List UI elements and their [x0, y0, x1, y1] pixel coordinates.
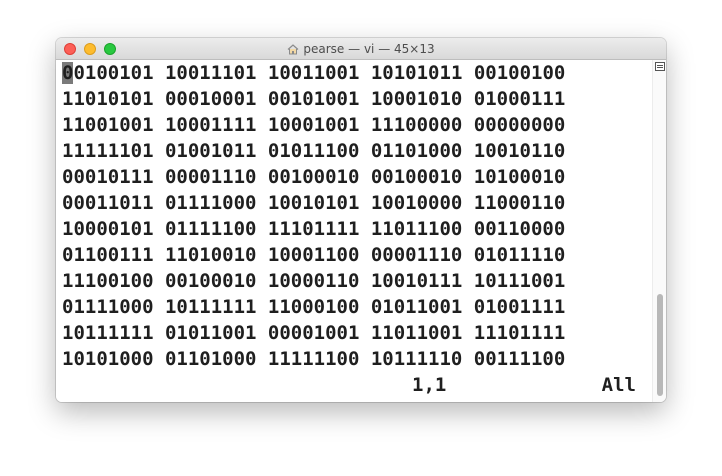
- text-line-10: 01111000 10111111 11000100 01011001 0100…: [62, 296, 566, 318]
- title-bar[interactable]: pearse — vi — 45×13: [56, 38, 666, 60]
- text-cursor: 0: [62, 62, 74, 84]
- home-icon: [287, 40, 299, 62]
- vi-status-line: 1,1 All: [62, 372, 642, 398]
- terminal-window: pearse — vi — 45×13 00100101 10011101 10…: [56, 38, 666, 402]
- window-title-area: pearse — vi — 45×13: [56, 38, 666, 60]
- text-line-5: 00010111 00001110 00100010 00100010 1010…: [62, 166, 566, 188]
- text-line-9: 11100100 00100010 10000110 10010111 1011…: [62, 270, 566, 292]
- text-line-12: 10101000 01101000 11111100 10111110 0011…: [62, 348, 566, 370]
- cursor-position: 1,1: [412, 374, 447, 396]
- text-line-6: 00011011 01111000 10010101 10010000 1100…: [62, 192, 566, 214]
- text-line-11: 10111111 01011001 00001001 11011001 1110…: [62, 322, 566, 344]
- scrollbar-toggle-icon[interactable]: [655, 62, 665, 71]
- scroll-indicator: All: [601, 374, 636, 396]
- text-line-4: 11111101 01001011 01011100 01101000 1001…: [62, 140, 566, 162]
- scrollbar-thumb[interactable]: [657, 294, 663, 396]
- vi-editor[interactable]: 00100101 10011101 10011001 10101011 0010…: [56, 60, 652, 402]
- text-line-3: 11001001 10001111 10001001 11100000 0000…: [62, 114, 566, 136]
- vertical-scrollbar[interactable]: [652, 60, 666, 402]
- text-line-1: 00100101 10011101 10011001 10101011 0010…: [62, 60, 565, 86]
- text-line-8: 01100111 11010010 10001100 00001110 0101…: [62, 244, 566, 266]
- window-title: pearse — vi — 45×13: [303, 42, 435, 56]
- text-line-1-rest: 0100101 10011101 10011001 10101011 00100…: [73, 62, 566, 84]
- text-line-7: 10000101 01111100 11101111 11011100 0011…: [62, 218, 566, 240]
- text-line-2: 11010101 00010001 00101001 10001010 0100…: [62, 88, 566, 110]
